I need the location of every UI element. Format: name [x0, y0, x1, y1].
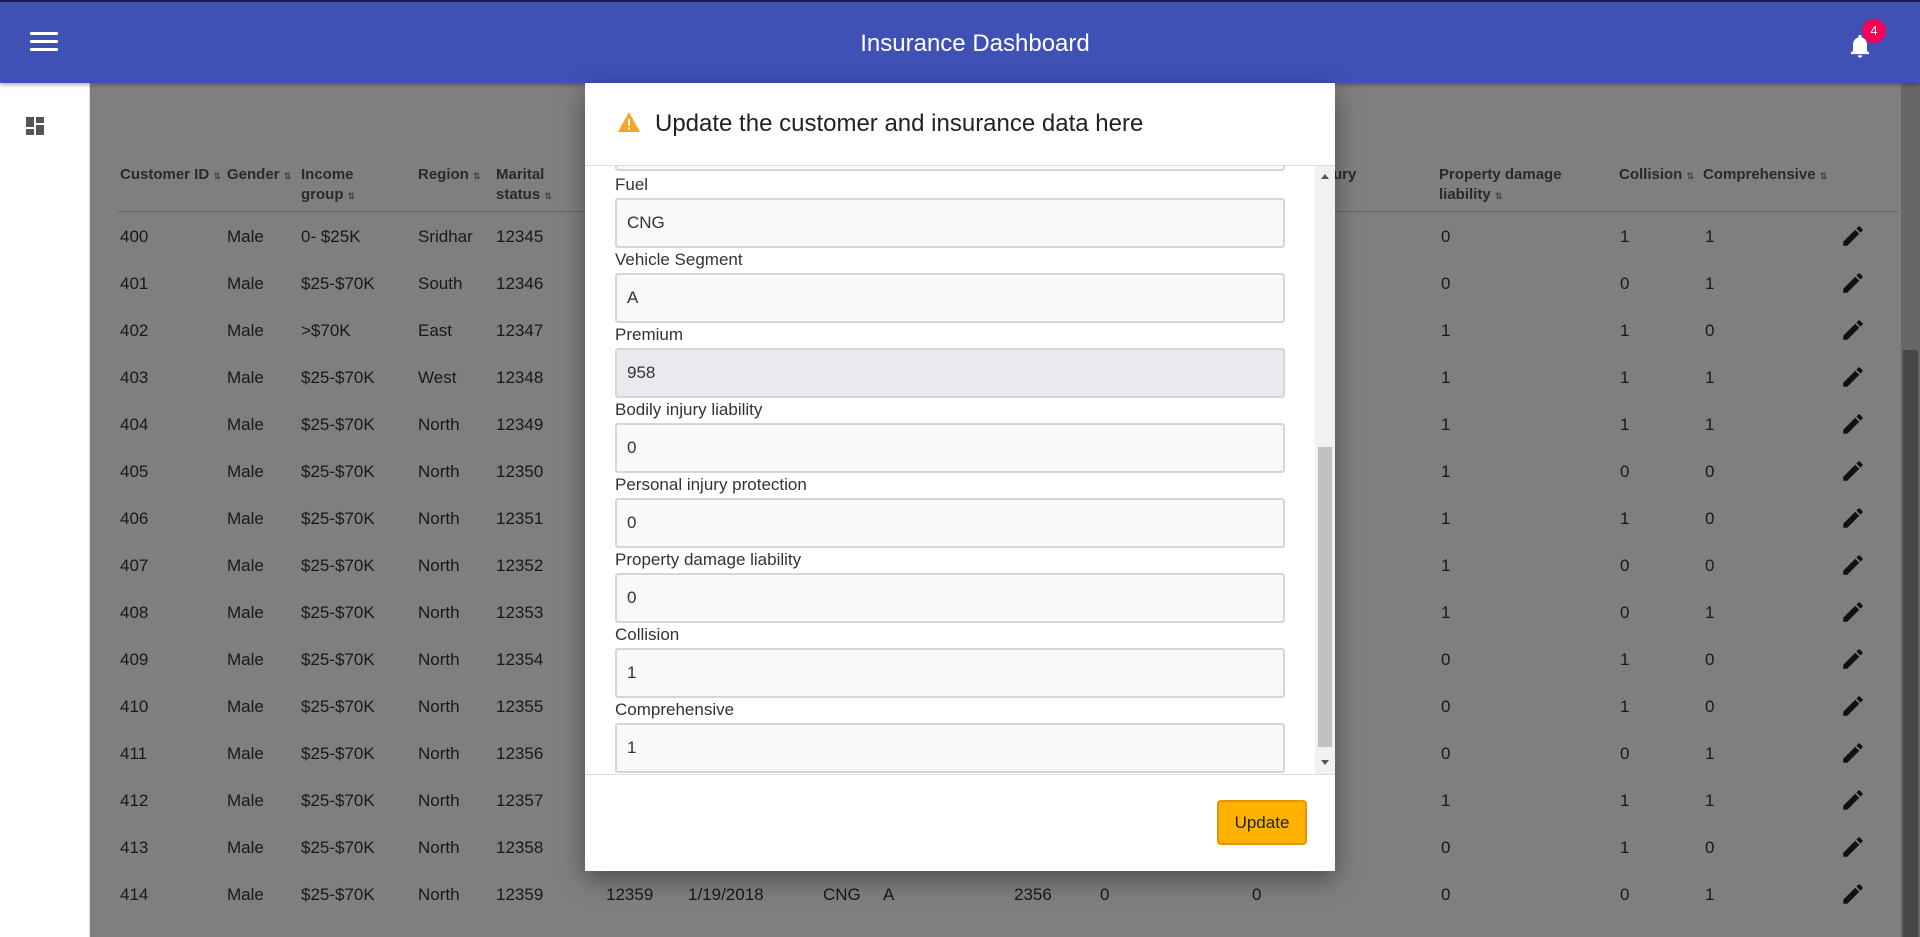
dialog-scrollbar-thumb[interactable]	[1318, 447, 1332, 747]
dialog-header: Update the customer and insurance data h…	[585, 83, 1335, 166]
dialog-footer: Update	[585, 774, 1335, 871]
update-button[interactable]: Update	[1217, 800, 1307, 845]
form-field-label: Property damage liability	[615, 550, 802, 569]
form-field-input[interactable]: 1	[615, 723, 1285, 773]
dialog-scrollbar[interactable]	[1315, 166, 1335, 774]
form-field-input[interactable]: CNG	[615, 198, 1285, 248]
scroll-up-icon[interactable]	[1321, 174, 1329, 179]
form-field-input: 958	[615, 348, 1285, 398]
notification-badge: 4	[1862, 19, 1886, 43]
dialog-title: Update the customer and insurance data h…	[655, 110, 1144, 137]
form-field-input[interactable]: A	[615, 273, 1285, 323]
page-scrollbar-thumb[interactable]	[1903, 350, 1918, 937]
warning-icon	[618, 112, 640, 132]
dashboard-icon[interactable]	[23, 114, 47, 138]
update-dialog: Update the customer and insurance data h…	[585, 83, 1335, 871]
form-field-label: Premium	[615, 325, 684, 344]
form-field-input[interactable]: 0	[615, 498, 1285, 548]
form-field-label: Bodily injury liability	[615, 400, 763, 419]
form-field-input[interactable]: 0	[615, 423, 1285, 473]
form-field-input[interactable]: 0	[615, 573, 1285, 623]
form-field-input[interactable]: 1	[615, 648, 1285, 698]
form-field-input-partial[interactable]	[615, 166, 1285, 171]
app-title: Insurance Dashboard	[860, 30, 1090, 57]
form-field-label: Comprehensive	[615, 700, 735, 719]
dialog-body: Fuel CNG Vehicle Segment A Premium 958 Bodily …	[585, 166, 1335, 774]
form-field-label: Collision	[615, 625, 680, 644]
form-field-label: Vehicle Segment	[615, 250, 743, 269]
form-field-label: Personal injury protection	[615, 475, 807, 494]
scroll-down-icon[interactable]	[1321, 760, 1329, 765]
form-field-label: Fuel	[615, 175, 649, 194]
sidebar	[0, 83, 90, 937]
app-header: Insurance Dashboard 4	[0, 0, 1920, 83]
